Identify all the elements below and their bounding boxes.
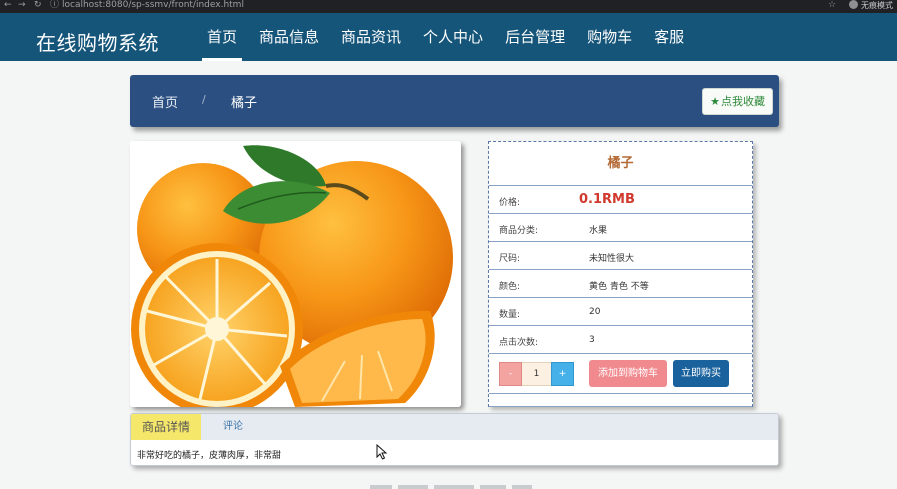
tab-comments[interactable]: 评论 xyxy=(223,414,243,440)
forward-icon[interactable]: → xyxy=(18,0,26,11)
profile-indicator[interactable]: 无痕模式 xyxy=(849,0,893,11)
category-label: 商品分类: xyxy=(499,226,539,236)
mouse-cursor-icon xyxy=(376,444,388,460)
star-icon: ★ xyxy=(710,95,720,108)
details-tab-bar: 商品详情 评论 xyxy=(131,414,778,440)
favorite-button[interactable]: ★点我收藏 xyxy=(702,88,773,115)
info-footer-divider xyxy=(489,394,752,407)
stock-row: 数量: 20 xyxy=(489,298,752,326)
product-name: 橘子 xyxy=(489,142,752,186)
product-image xyxy=(130,141,461,407)
product-details-panel: 商品详情 评论 非常好吃的橘子，皮薄肉厚，非常甜 xyxy=(130,413,779,466)
color-value: 黄色 青色 不等 xyxy=(589,282,649,292)
quantity-input[interactable]: 1 xyxy=(522,362,551,386)
back-icon[interactable]: ← xyxy=(4,0,12,11)
site-brand[interactable]: 在线购物系统 xyxy=(36,27,159,56)
nav-item-products[interactable]: 商品信息 xyxy=(248,13,330,61)
site-info-icon[interactable]: ⓘ xyxy=(50,0,59,11)
profile-label: 无痕模式 xyxy=(861,1,893,10)
breadcrumb-home-link[interactable]: 首页 xyxy=(152,92,178,111)
breadcrumb-separator: / xyxy=(202,93,206,106)
quantity-increment-button[interactable]: + xyxy=(551,362,574,386)
size-row: 尺码: 未知性很大 xyxy=(489,242,752,270)
clicks-value: 3 xyxy=(589,335,595,345)
nav-item-service[interactable]: 客服 xyxy=(643,13,695,61)
buy-now-button[interactable]: 立即购买 xyxy=(673,360,729,387)
browser-toolbar: ← → ↻ ⓘ localhost:8080/sp-ssmv/front/ind… xyxy=(0,0,897,13)
breadcrumb: 首页 / 橘子 ★点我收藏 xyxy=(130,75,779,127)
category-row: 商品分类: 水果 xyxy=(489,214,752,242)
main-nav: 首页 商品信息 商品资讯 个人中心 后台管理 购物车 客服 xyxy=(196,13,695,61)
quantity-decrement-button[interactable]: - xyxy=(499,362,522,386)
price-row: 价格: 0.1RMB xyxy=(489,186,752,214)
purchase-actions: - 1 + 添加到购物车 立即购买 xyxy=(489,354,752,394)
clicks-row: 点击次数: 3 xyxy=(489,326,752,354)
nav-item-home[interactable]: 首页 xyxy=(196,13,248,61)
product-description: 非常好吃的橘子，皮薄肉厚，非常甜 xyxy=(137,451,282,461)
reload-icon[interactable]: ↻ xyxy=(34,0,42,11)
nav-item-cart[interactable]: 购物车 xyxy=(576,13,643,61)
size-value: 未知性很大 xyxy=(589,254,635,264)
price-label: 价格: xyxy=(499,198,521,208)
category-value: 水果 xyxy=(589,226,608,236)
stock-label: 数量: xyxy=(499,310,521,320)
size-label: 尺码: xyxy=(499,254,521,264)
oranges-illustration xyxy=(130,141,461,407)
tab-details[interactable]: 商品详情 xyxy=(131,414,201,440)
favorite-button-label: 点我收藏 xyxy=(721,95,765,108)
stock-value: 20 xyxy=(589,307,601,317)
color-label: 颜色: xyxy=(499,282,521,292)
product-info-panel: 橘子 价格: 0.1RMB 商品分类: 水果 尺码: 未知性很大 颜色: 黄色 … xyxy=(488,141,753,407)
add-to-cart-button[interactable]: 添加到购物车 xyxy=(589,360,667,387)
nav-item-news[interactable]: 商品资讯 xyxy=(330,13,412,61)
clicks-label: 点击次数: xyxy=(499,338,539,348)
color-row: 颜色: 黄色 青色 不等 xyxy=(489,270,752,298)
incognito-icon xyxy=(849,0,858,9)
breadcrumb-current: 橘子 xyxy=(231,96,258,111)
nav-item-profile[interactable]: 个人中心 xyxy=(412,13,494,61)
bookmark-star-icon[interactable]: ☆ xyxy=(828,0,836,11)
address-bar[interactable]: localhost:8080/sp-ssmv/front/index.html xyxy=(62,0,244,11)
top-navbar: 在线购物系统 首页 商品信息 商品资讯 个人中心 后台管理 购物车 客服 xyxy=(0,13,897,61)
cropped-heading-fragment xyxy=(370,485,532,489)
price-value: 0.1RMB xyxy=(579,192,635,207)
nav-item-admin[interactable]: 后台管理 xyxy=(494,13,576,61)
